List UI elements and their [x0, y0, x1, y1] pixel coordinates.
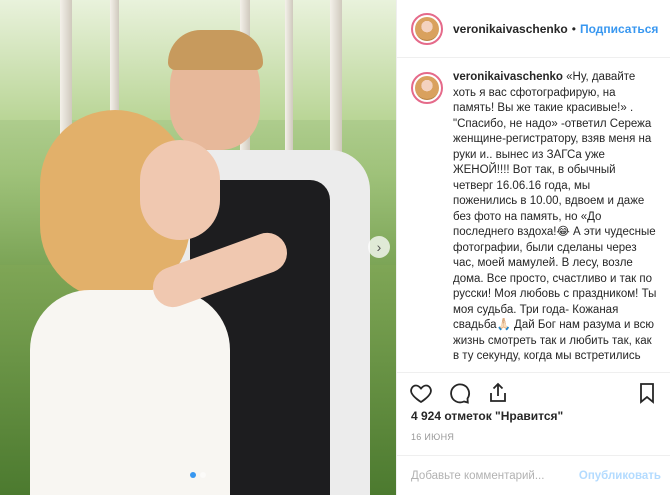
header-separator: • — [571, 21, 576, 36]
comment-bar: Опубликовать — [397, 455, 670, 495]
post-date: 16 ИЮНЯ — [411, 432, 455, 442]
post-side-panel: veronikaivaschenko • Подписаться veronik… — [396, 0, 670, 495]
avatar[interactable] — [411, 72, 443, 104]
post-photo[interactable]: › — [0, 0, 396, 495]
next-photo-button[interactable]: › — [368, 236, 390, 258]
post-actions — [397, 372, 670, 410]
likes-count[interactable]: 4 924 отметок "Нравится" — [411, 409, 563, 423]
heart-icon[interactable] — [409, 381, 433, 405]
caption-body: «Ну, давайте хоть я вас сфотографирую, н… — [453, 71, 660, 362]
caption-text: veronikaivaschenko «Ну, давайте хоть я в… — [453, 70, 657, 370]
comment-input[interactable] — [411, 469, 579, 482]
avatar[interactable] — [411, 12, 443, 45]
share-icon[interactable] — [486, 381, 510, 405]
bookmark-icon[interactable] — [635, 381, 659, 405]
post-header: veronikaivaschenko • Подписаться — [397, 0, 670, 58]
photo-bride — [30, 110, 293, 495]
comment-icon[interactable] — [447, 381, 471, 405]
carousel-indicator — [0, 465, 396, 483]
post-caption: veronikaivaschenko «Ну, давайте хоть я в… — [397, 70, 670, 370]
publish-button[interactable]: Опубликовать — [579, 470, 661, 482]
caption-username[interactable]: veronikaivaschenko — [453, 71, 563, 83]
post-username[interactable]: veronikaivaschenko — [453, 22, 568, 36]
follow-button[interactable]: Подписаться — [580, 22, 658, 36]
